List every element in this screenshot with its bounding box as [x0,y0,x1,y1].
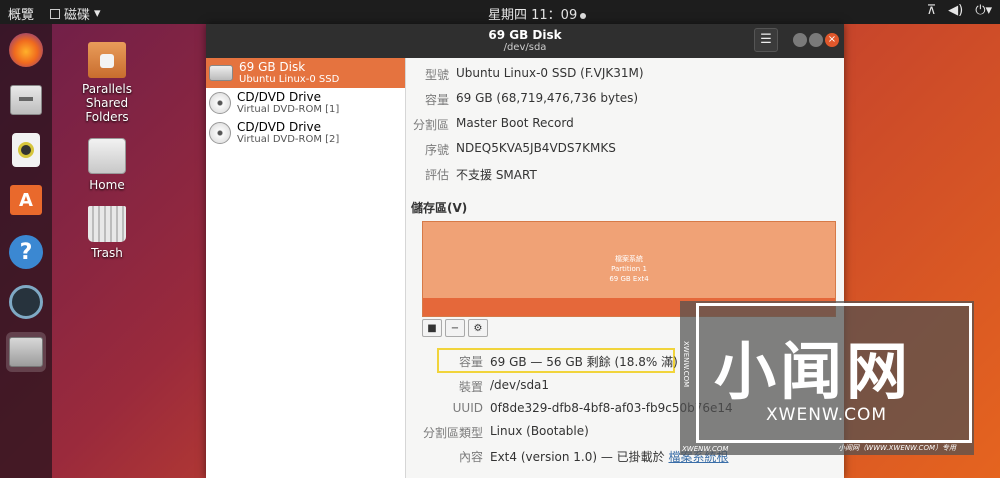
prop-label: 分割區 [412,118,449,132]
prop-label: 容量 [458,355,483,369]
app-menu[interactable]: 磁碟 ▾ [50,4,101,23]
dock-firefox[interactable] [6,30,46,70]
app-menu-label: 磁碟 [64,8,91,23]
desktop-icon-label: Trash [91,246,123,260]
minimize-button[interactable] [793,33,807,47]
prop-value: Ubuntu Linux-0 SSD (F.VJK31M) [456,66,644,80]
clock-label: 星期四 11：09 [488,8,578,23]
prop-value: /dev/sda1 [490,378,550,392]
drive-name: CD/DVD Drive [237,90,321,104]
watermark-logo: 小闻网 [714,335,913,408]
close-button[interactable]: × [825,33,839,47]
drive-subtitle: Virtual DVD-ROM [2] [237,134,340,145]
prop-value: 69 GB — 56 GB 剩餘 (18.8% 滿) [490,355,678,369]
disks-icon [9,337,43,367]
prop-value: Master Boot Record [456,116,574,130]
chevron-down-icon: ▾ [94,6,101,21]
gears-icon: ⚙ [473,322,483,334]
prop-label: 序號 [424,143,449,157]
trash-icon [88,206,126,242]
dock-software[interactable]: A [6,180,46,220]
notification-dot-icon [580,12,587,19]
home-drive-icon [88,138,126,174]
partition-name: Partition 1 [611,265,647,273]
drive-item-dvd-2[interactable]: CD/DVD Drive Virtual DVD-ROM [2] [206,118,405,148]
watermark: 小闻网 XWENW.COM XWENW.COM 小闻网（WWW.XWENW.CO… [680,301,974,455]
window-title: 69 GB Disk [488,28,562,42]
hard-disk-icon [209,65,233,81]
network-icon: ⊼ [926,3,937,18]
top-bar: 概覽 磁碟 ▾ 星期四 11：09 ⊼ ◀) ⏻▾ [0,0,1000,24]
dock-files[interactable] [6,80,46,120]
software-store-icon: A [10,185,42,215]
maximize-button[interactable] [809,33,823,47]
drive-subtitle: Virtual DVD-ROM [1] [237,104,340,115]
optical-disc-icon [209,122,231,144]
activities-button[interactable]: 概覽 [8,4,34,23]
partition-block[interactable]: 檔案系統 Partition 1 69 GB Ext4 [423,222,835,298]
app-menu-icon [50,8,60,19]
dock-rhythmbox[interactable] [6,130,46,170]
drive-list: 69 GB Disk Ubuntu Linux-0 SSD CD/DVD Dri… [206,58,406,478]
prop-label: UUID [452,401,483,415]
dock: A ? [0,24,52,478]
speaker-icon [12,133,40,167]
desktop-home[interactable]: Home [72,138,142,192]
desktop-shared-folders[interactable]: Parallels Shared Folders [72,42,142,124]
prop-label: 裝置 [458,380,483,394]
folder-icon [88,42,126,78]
menu-icon: ☰ [760,32,772,47]
stop-icon: ■ [427,322,437,334]
dial-icon [9,285,43,319]
firefox-icon [9,33,43,67]
optical-disc-icon [209,92,231,114]
dock-dial[interactable] [6,282,46,322]
partition-settings-button[interactable]: ⚙ [468,319,488,337]
system-tray[interactable]: ⊼ ◀) ⏻▾ [927,3,992,18]
watermark-url: XWENW.COM [766,405,888,425]
desktop-icon-label: Home [89,178,125,192]
volume-toolbar: ■ − ⚙ [422,319,488,337]
drive-name: CD/DVD Drive [237,120,321,134]
drive-item-dvd-1[interactable]: CD/DVD Drive Virtual DVD-ROM [1] [206,88,405,118]
watermark-vertical-text: XWENW.COM [682,341,690,388]
drive-item-69gb-disk[interactable]: 69 GB Disk Ubuntu Linux-0 SSD [206,58,405,88]
prop-label: 分割區類型 [422,426,483,440]
prop-value: NDEQ5KVA5JB4VDS7KMKS [456,141,616,155]
minus-icon: − [450,322,460,334]
prop-label: 內容 [458,450,483,464]
power-icon: ⏻▾ [975,3,992,18]
partition-type: 檔案系統 [615,255,643,263]
files-icon [10,85,42,115]
partition-size: 69 GB Ext4 [609,275,649,283]
dock-help[interactable]: ? [6,232,46,272]
dock-disks[interactable] [6,332,46,372]
volume-icon: ◀) [948,3,964,18]
watermark-footer-url: XWENW.COM [682,445,729,453]
desktop-icon-label: Parallels Shared Folders [82,82,132,124]
clock[interactable]: 星期四 11：09 [488,4,587,23]
volumes-title: 儲存區(V) [411,201,468,215]
prop-value: 69 GB (68,719,476,736 bytes) [456,91,639,105]
hamburger-menu-button[interactable]: ☰ [754,28,778,52]
title-bar[interactable]: 69 GB Disk /dev/sda ☰ × [206,24,844,58]
prop-value: Linux (Bootable) [490,424,589,438]
prop-value: 不支援 SMART [456,168,537,182]
desktop-trash[interactable]: Trash [72,206,142,260]
window-subtitle: /dev/sda [503,42,547,53]
unmount-button[interactable]: ■ [422,319,442,337]
prop-label: 容量 [424,93,449,107]
delete-partition-button[interactable]: − [445,319,465,337]
prop-label: 型號 [424,68,449,82]
prop-label: 評估 [424,168,449,182]
contents-text: Ext4 (version 1.0) — 已掛載於 [490,450,669,464]
drive-subtitle: Ubuntu Linux-0 SSD [239,74,340,85]
watermark-footer: 小闻网（WWW.XWENW.COM）专用 [838,444,956,452]
help-icon: ? [9,235,43,269]
drive-name: 69 GB Disk [239,60,306,74]
close-icon: × [827,34,837,45]
